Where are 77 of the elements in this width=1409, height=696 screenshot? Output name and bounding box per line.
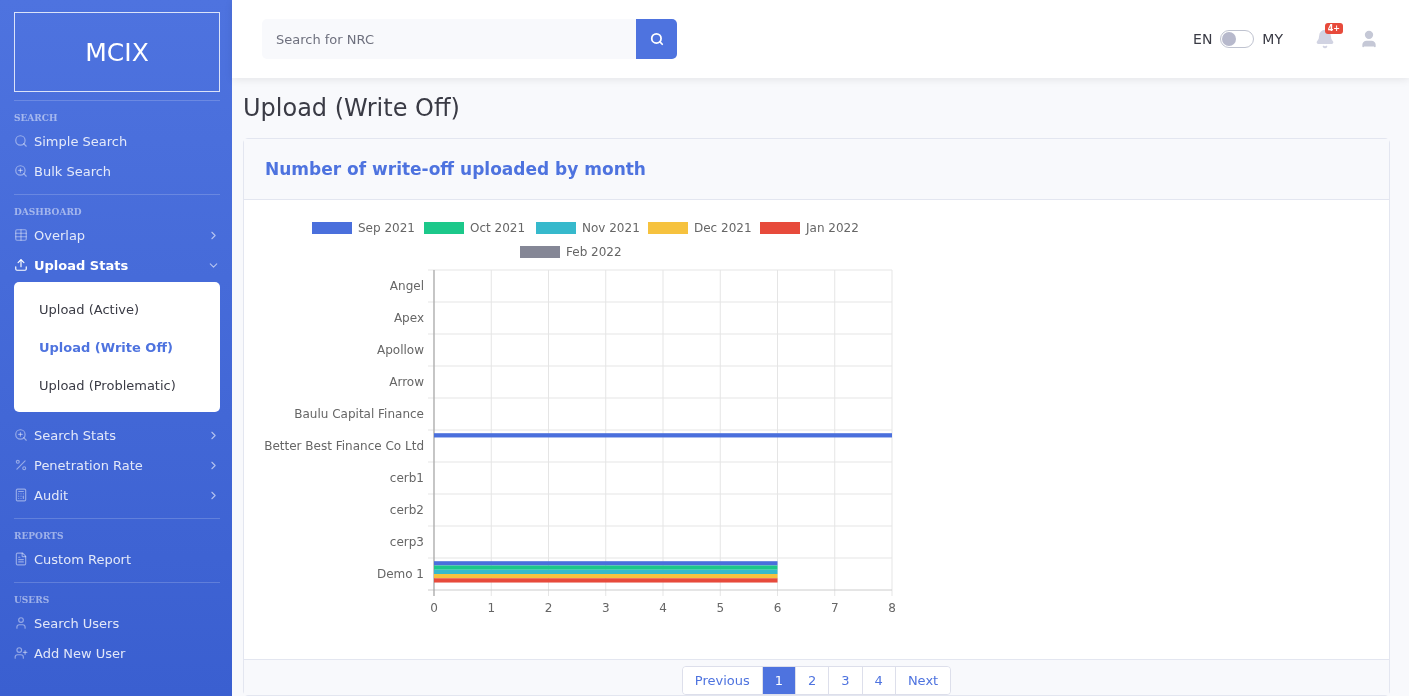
language-toggle[interactable] — [1220, 30, 1255, 48]
tick-label: 0 — [430, 601, 438, 615]
item-icon — [14, 488, 28, 502]
tick-label: 8 — [888, 601, 896, 615]
section-heading: REPORTS — [14, 530, 65, 543]
page-button[interactable]: 3 — [828, 667, 862, 694]
axis-label: Arrow — [389, 375, 424, 389]
sidebar-item[interactable]: Search Stats — [14, 420, 220, 450]
axis-label: cerp3 — [389, 535, 424, 549]
item-icon — [14, 258, 28, 272]
page-button[interactable]: 2 — [795, 667, 829, 694]
language-label: MY — [1262, 31, 1283, 47]
search-button[interactable] — [636, 19, 677, 59]
legend-item: Feb 2022 — [520, 245, 622, 259]
submenu-item[interactable]: Upload (Problematic) — [14, 366, 220, 404]
user-icon — [1359, 29, 1379, 49]
legend-item: Oct 2021 — [424, 221, 526, 235]
legend-label: Nov 2021 — [582, 221, 640, 235]
sidebar-item[interactable]: Custom Report — [14, 544, 220, 574]
legend-item: Nov 2021 — [536, 221, 640, 235]
card-title: Number of write-off uploaded by month — [265, 159, 646, 179]
axis-label: cerb2 — [389, 503, 424, 517]
tick-label: 2 — [544, 601, 553, 615]
legend-label: Oct 2021 — [470, 221, 526, 235]
section-heading: USERS — [14, 594, 51, 607]
legend-label: Feb 2022 — [566, 245, 622, 259]
item-icon — [14, 616, 28, 630]
section-heading: SEARCH — [14, 112, 59, 125]
sidebar-item[interactable]: Add New User — [14, 638, 220, 668]
language-label: EN — [1193, 31, 1213, 47]
axis-label: Apex — [393, 311, 424, 325]
item-icon — [14, 552, 28, 566]
legend-item: Dec 2021 — [648, 221, 752, 235]
sidebar-item[interactable]: Upload Stats — [14, 250, 220, 280]
axis-label: cerb1 — [389, 471, 424, 485]
bell-icon — [1315, 29, 1335, 49]
item-icon — [14, 228, 28, 242]
page-title: Upload (Write Off) — [243, 94, 461, 122]
tick-label: 4 — [659, 601, 667, 615]
legend-label: Dec 2021 — [694, 221, 752, 235]
notification-badge: 4+ — [1324, 23, 1343, 34]
item-icon — [14, 458, 28, 472]
sidebar-item[interactable]: Search Users — [14, 608, 220, 638]
axis-label: Apollow — [377, 343, 424, 357]
submenu-item[interactable]: Upload (Write Off) — [14, 328, 220, 366]
axis-label: Better Best Finance Co Ltd — [264, 439, 424, 453]
item-icon — [14, 134, 28, 148]
search-icon — [649, 32, 664, 46]
page-button[interactable]: 4 — [861, 667, 895, 694]
legend-item: Jan 2022 — [760, 221, 859, 235]
sidebar-item[interactable]: Overlap — [14, 220, 220, 250]
submenu-item[interactable]: Upload (Active) — [14, 290, 220, 328]
page-button[interactable]: 1 — [761, 667, 796, 694]
legend-label: Sep 2021 — [358, 221, 415, 235]
legend-item: Sep 2021 — [312, 221, 415, 235]
brand-logo[interactable]: MCIX — [14, 12, 220, 92]
sidebar-item[interactable]: Audit — [14, 480, 220, 510]
axis-label: Baulu Capital Finance — [294, 407, 424, 421]
item-icon — [14, 646, 28, 660]
page-button[interactable]: Previous — [682, 667, 762, 694]
axis-label: Angel — [389, 279, 424, 293]
legend-label: Jan 2022 — [805, 221, 859, 235]
sidebar-item[interactable]: Simple Search — [14, 126, 220, 156]
search-field[interactable]: Search for NRC — [262, 19, 636, 59]
section-heading: DASHBOARD — [14, 206, 83, 219]
item-icon — [14, 164, 28, 178]
tick-label: 3 — [601, 601, 610, 615]
sidebar-item[interactable]: Bulk Search — [14, 156, 220, 186]
tick-label: 1 — [487, 601, 496, 615]
page-button[interactable]: Next — [894, 667, 951, 694]
tick-label: 7 — [830, 601, 839, 615]
axis-label: Demo 1 — [376, 567, 424, 581]
tick-label: 6 — [773, 601, 782, 615]
notification-button[interactable] — [1315, 29, 1335, 49]
tick-label: 5 — [716, 601, 725, 615]
item-icon — [14, 428, 28, 442]
sidebar-item[interactable]: Penetration Rate — [14, 450, 220, 480]
